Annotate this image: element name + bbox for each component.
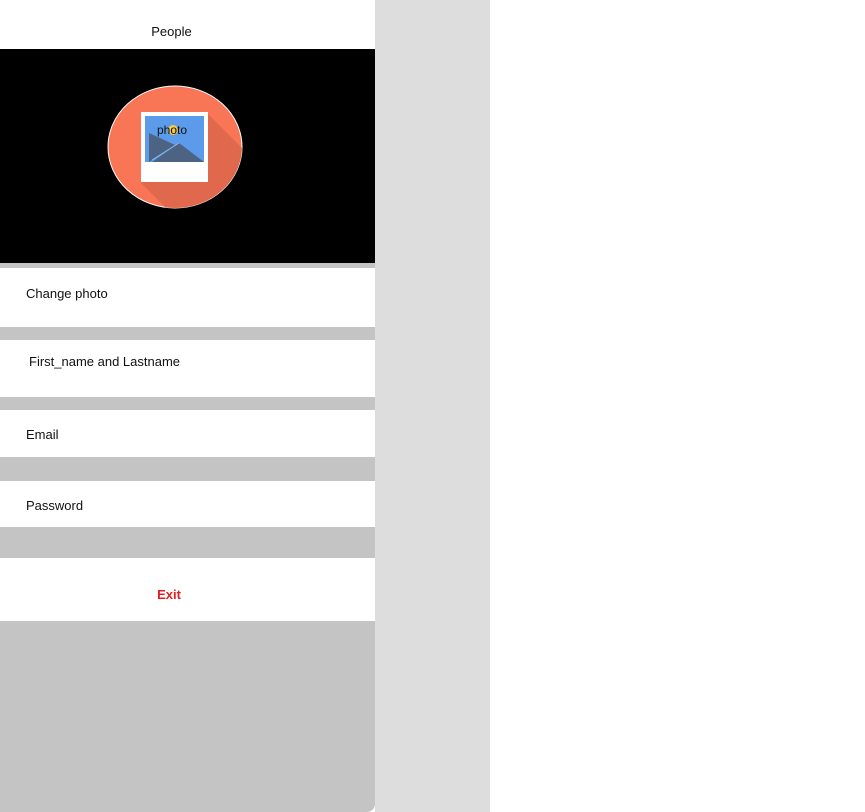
email-field[interactable]: Email: [0, 410, 375, 457]
change-photo-button[interactable]: Change photo: [0, 268, 375, 327]
photo-placeholder-label: photo: [157, 123, 188, 137]
name-field[interactable]: First_name and Lastname: [0, 340, 375, 397]
side-panel: [375, 0, 490, 812]
change-photo-label: Change photo: [26, 286, 108, 301]
profile-avatar[interactable]: photo: [107, 85, 243, 209]
photo-panel: photo: [0, 49, 375, 263]
password-field[interactable]: Password: [0, 481, 375, 527]
profile-screen: People photo Change photo First_name and…: [0, 0, 375, 812]
top-bar: People: [0, 0, 375, 49]
exit-label: Exit: [157, 587, 181, 602]
name-field-label: First_name and Lastname: [29, 354, 181, 369]
image-placeholder-icon: [107, 85, 243, 209]
exit-button[interactable]: Exit: [0, 558, 375, 621]
password-field-label: Password: [26, 498, 84, 513]
page-title: People: [151, 24, 192, 39]
email-field-label: Email: [26, 427, 59, 442]
